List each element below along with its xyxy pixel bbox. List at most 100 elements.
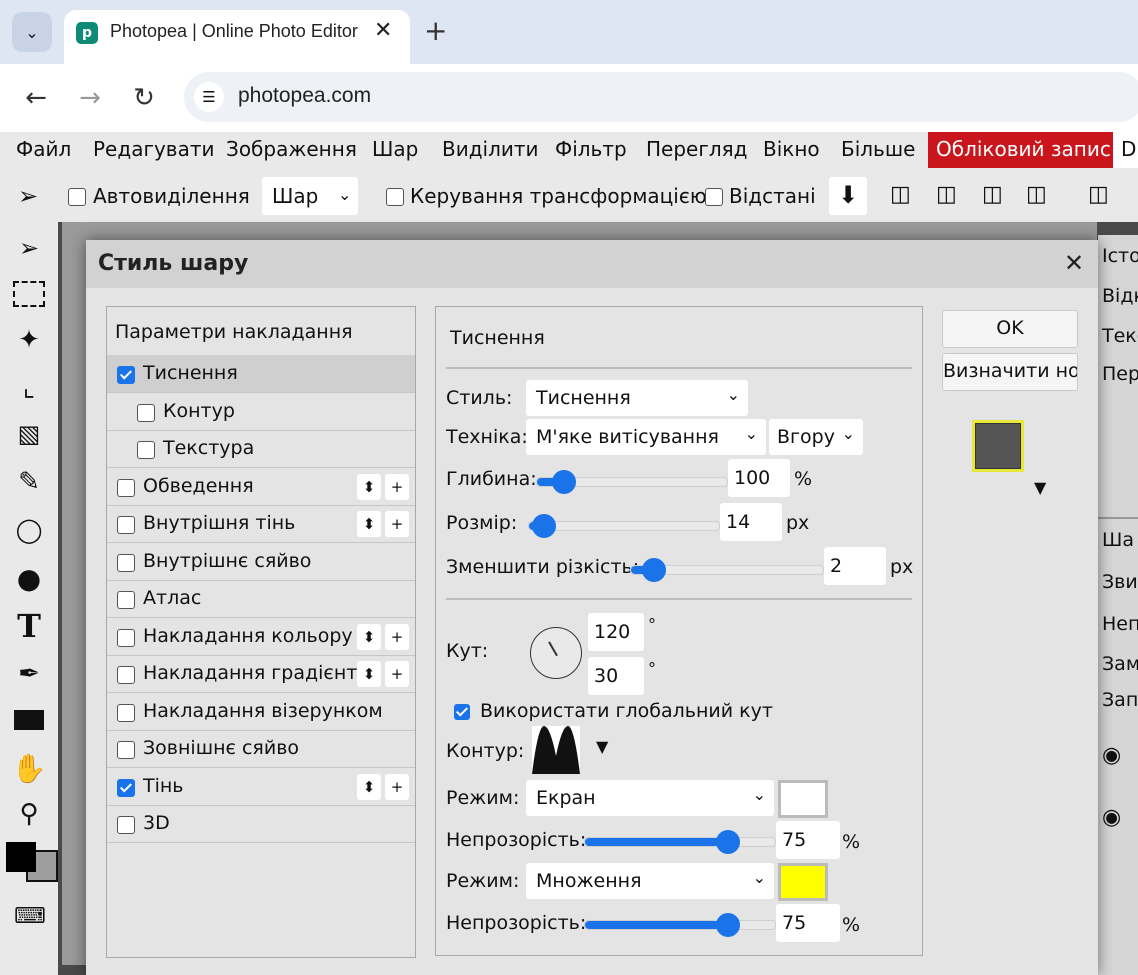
menu-filter[interactable]: Фільтр xyxy=(555,137,627,161)
foreground-color-swatch[interactable] xyxy=(6,842,36,872)
forward-icon[interactable]: → xyxy=(74,82,106,114)
menu-view[interactable]: Перегляд xyxy=(646,137,748,161)
align-center-icon[interactable]: ◫ xyxy=(936,182,957,207)
highlight-opacity-slider-knob[interactable] xyxy=(715,830,740,854)
add-icon[interactable]: + xyxy=(385,773,409,800)
highlight-color-swatch[interactable] xyxy=(778,780,828,818)
contour-preview[interactable] xyxy=(532,726,580,774)
style-row[interactable]: Контур xyxy=(107,393,415,431)
contour-dropdown-arrow-icon[interactable]: ▼ xyxy=(596,737,608,756)
add-icon[interactable]: + xyxy=(385,661,409,687)
magic-wand-icon[interactable]: ✦ xyxy=(8,320,50,360)
blending-options-row[interactable]: Параметри накладання xyxy=(107,307,415,356)
direction-dropdown[interactable]: Вгору ⌄ xyxy=(769,419,863,455)
style-checkbox[interactable] xyxy=(117,366,135,384)
account-button[interactable]: Обліковий запис xyxy=(928,132,1119,168)
reorder-icon[interactable]: ⬍ xyxy=(357,773,381,800)
move-tool-icon[interactable]: ➢ xyxy=(8,228,50,268)
url-field[interactable]: ☰ photopea.com xyxy=(184,72,1138,122)
style-row[interactable]: Обведення ⬍ + xyxy=(107,468,415,506)
menu-file[interactable]: Файл xyxy=(16,137,71,161)
size-slider[interactable] xyxy=(528,514,720,538)
angle-dial[interactable] xyxy=(530,627,582,679)
style-row[interactable]: Внутрішнє сяйво xyxy=(107,543,415,581)
text-tool-icon[interactable]: T xyxy=(8,606,50,646)
healing-brush-icon[interactable]: ▧ xyxy=(8,414,50,454)
crop-tool-icon[interactable]: ⌞ xyxy=(8,368,50,408)
style-checkbox[interactable] xyxy=(117,628,135,647)
style-row[interactable]: Накладання кольору ⬍ + xyxy=(107,618,415,656)
url-text[interactable]: photopea.com xyxy=(238,84,371,108)
brush-tool-icon[interactable]: ✎ xyxy=(8,462,50,502)
shadow-opacity-input[interactable]: 75 xyxy=(776,904,840,942)
style-row[interactable]: Накладання візерунком xyxy=(107,693,415,731)
browser-tab[interactable]: p Photopea | Online Photo Editor ✕ xyxy=(64,10,410,64)
eraser-tool-icon[interactable]: ◯ xyxy=(8,510,50,550)
download-icon[interactable]: ⬇ xyxy=(829,177,867,215)
highlight-opacity-input[interactable]: 75 xyxy=(776,821,840,859)
menu-window[interactable]: Вікно xyxy=(763,137,820,161)
hand-tool-icon[interactable]: ✋ xyxy=(8,748,50,788)
style-checkbox[interactable] xyxy=(117,703,135,722)
highlight-mode-dropdown[interactable]: Екран ⌄ xyxy=(526,780,774,816)
style-dropdown[interactable]: Тиснення ⌄ xyxy=(526,380,748,416)
reorder-icon[interactable]: ⬍ xyxy=(357,661,381,687)
menu-select[interactable]: Виділити xyxy=(442,137,539,161)
pen-tool-icon[interactable]: ✒ xyxy=(8,654,50,694)
close-icon[interactable]: ✕ xyxy=(1064,249,1084,277)
style-row[interactable]: Внутрішня тінь ⬍ + xyxy=(107,505,415,543)
reload-icon[interactable]: ↻ xyxy=(128,82,160,114)
size-slider-knob[interactable] xyxy=(532,514,557,538)
back-icon[interactable]: ← xyxy=(20,82,52,114)
technique-dropdown[interactable]: М'яке витісування ⌄ xyxy=(526,419,766,455)
align-left-icon[interactable]: ◫ xyxy=(890,182,911,207)
transform-controls-checkbox[interactable] xyxy=(386,188,404,206)
panel-tab-paragraph[interactable]: Пер xyxy=(1102,363,1138,385)
add-icon[interactable]: + xyxy=(385,473,409,500)
soften-slider-knob[interactable] xyxy=(642,558,667,582)
style-checkbox[interactable] xyxy=(117,666,135,684)
ok-button[interactable]: OK xyxy=(942,310,1078,348)
style-row[interactable]: Зовнішнє сяйво xyxy=(107,730,415,768)
preview-dropdown-arrow-icon[interactable]: ▼ xyxy=(1034,478,1046,497)
style-checkbox[interactable] xyxy=(117,516,135,534)
global-angle-checkbox[interactable] xyxy=(454,704,470,720)
reorder-icon[interactable]: ⬍ xyxy=(357,511,381,537)
style-checkbox[interactable] xyxy=(117,553,135,572)
menu-layer[interactable]: Шар xyxy=(372,137,418,161)
size-input[interactable]: 14 xyxy=(720,503,782,541)
style-checkbox[interactable] xyxy=(117,778,135,797)
menu-edit[interactable]: Редагувати xyxy=(93,137,214,161)
altitude-input[interactable]: 30 xyxy=(588,657,644,695)
depth-slider-knob[interactable] xyxy=(551,470,576,494)
reorder-icon[interactable]: ⬍ xyxy=(357,623,381,650)
depth-input[interactable]: 100 xyxy=(728,459,790,497)
auto-select-checkbox[interactable] xyxy=(68,188,86,206)
blur-tool-icon[interactable]: ● xyxy=(8,558,50,598)
angle-input[interactable]: 120 xyxy=(588,613,644,651)
add-icon[interactable]: + xyxy=(385,511,409,537)
blend-mode-select[interactable]: Зви xyxy=(1102,571,1138,593)
shadow-opacity-slider[interactable] xyxy=(584,913,776,937)
align-top-icon[interactable]: ◫ xyxy=(1088,182,1109,207)
style-checkbox[interactable] xyxy=(137,403,155,422)
style-checkbox[interactable] xyxy=(137,441,155,459)
panel-tab-text[interactable]: Текс xyxy=(1102,325,1138,347)
shadow-mode-dropdown[interactable]: Множення ⌄ xyxy=(526,863,774,899)
style-row[interactable]: Тінь ⬍ + xyxy=(107,768,415,806)
site-info-icon[interactable]: ☰ xyxy=(194,82,224,112)
style-row[interactable]: 3D xyxy=(107,805,415,843)
highlight-opacity-slider[interactable] xyxy=(584,830,776,854)
style-row[interactable]: Атлас xyxy=(107,580,415,618)
shadow-opacity-slider-knob[interactable] xyxy=(715,913,740,937)
eye-icon[interactable]: ◉ xyxy=(1102,743,1121,768)
marquee-tool-icon[interactable] xyxy=(8,274,50,314)
align-right-icon[interactable]: ◫ xyxy=(982,182,1003,207)
panel-tab-adjustments[interactable]: Відк xyxy=(1102,285,1138,307)
zoom-tool-icon[interactable]: ⚲ xyxy=(8,794,50,834)
eye-icon[interactable]: ◉ xyxy=(1102,805,1121,830)
menu-overflow[interactable]: D xyxy=(1113,132,1138,168)
style-checkbox[interactable] xyxy=(117,741,135,759)
soften-input[interactable]: 2 xyxy=(824,547,886,585)
style-row[interactable]: Тиснення xyxy=(107,355,415,393)
